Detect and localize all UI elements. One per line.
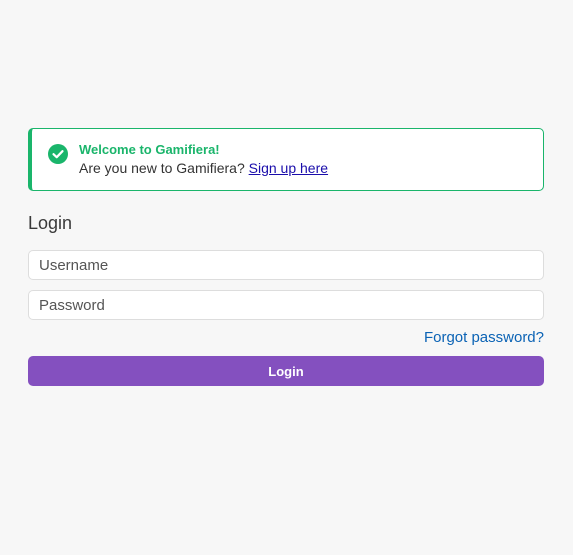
alert-message: Are you new to Gamifiera? Sign up here [79, 160, 328, 176]
check-circle-icon [48, 144, 68, 164]
welcome-alert: Welcome to Gamifiera! Are you new to Gam… [28, 128, 544, 191]
login-panel: Welcome to Gamifiera! Are you new to Gam… [28, 128, 544, 386]
login-button[interactable]: Login [28, 356, 544, 386]
forgot-password-link[interactable]: Forgot password? [424, 329, 544, 346]
alert-title: Welcome to Gamifiera! [79, 142, 220, 157]
password-input[interactable] [28, 290, 544, 320]
sign-up-link[interactable]: Sign up here [249, 160, 328, 176]
username-input[interactable] [28, 250, 544, 280]
forgot-row: Forgot password? [28, 329, 544, 347]
login-heading: Login [28, 213, 73, 233]
alert-text: Are you new to Gamifiera? [79, 160, 245, 176]
